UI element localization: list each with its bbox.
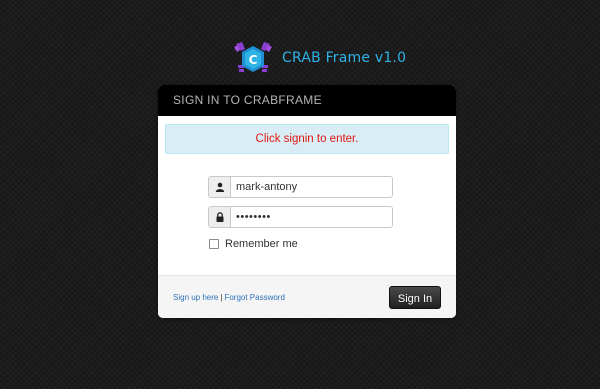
remember-label: Remember me xyxy=(225,238,298,250)
brand: C CRAB Frame v1.0 xyxy=(233,40,406,76)
password-field xyxy=(208,206,393,228)
username-field xyxy=(208,176,393,198)
signin-button[interactable]: Sign In xyxy=(389,286,441,309)
remember-me[interactable]: Remember me xyxy=(209,237,298,251)
lock-icon xyxy=(209,207,231,227)
crab-logo-letter: C xyxy=(249,53,258,67)
forgot-password-link[interactable]: Forgot Password xyxy=(224,293,284,302)
panel-footer: Sign up here | Forgot Password Sign In xyxy=(158,275,456,318)
password-input[interactable] xyxy=(231,207,386,227)
info-alert: Click signin to enter. xyxy=(165,124,449,154)
login-panel: SIGN IN TO CRABFRAME Click signin to ent… xyxy=(158,85,456,318)
footer-links: Sign up here | Forgot Password xyxy=(173,293,285,302)
signup-link[interactable]: Sign up here xyxy=(173,293,218,302)
remember-checkbox[interactable] xyxy=(209,239,219,249)
panel-header: SIGN IN TO CRABFRAME xyxy=(158,85,456,116)
crab-logo-icon: C xyxy=(234,42,272,72)
brand-title: CRAB Frame v1.0 xyxy=(282,50,407,66)
link-separator: | xyxy=(220,293,223,302)
user-icon xyxy=(209,177,231,197)
username-input[interactable] xyxy=(231,177,386,197)
